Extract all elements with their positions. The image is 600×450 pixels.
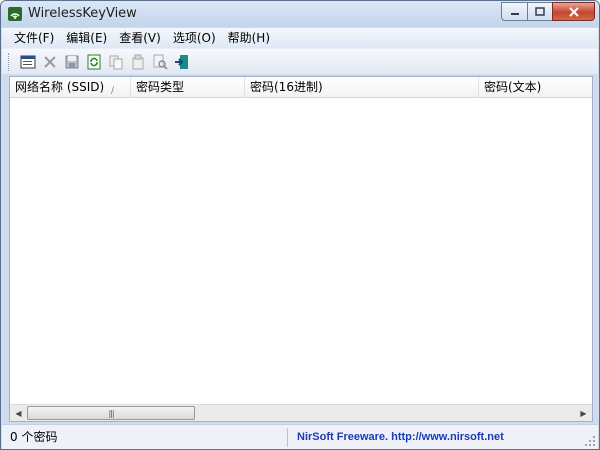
toolbar-grip[interactable] [8,52,11,71]
refresh-icon [87,54,101,69]
find-icon [153,54,168,70]
nirsoft-link[interactable]: NirSoft Freeware. http://www.nirsoft.net [297,425,504,449]
menu-bar: 文件(F) 编辑(E) 查看(V) 选项(O) 帮助(H) [2,28,598,48]
save-button[interactable] [61,51,83,73]
title-bar[interactable]: WirelessKeyView [1,1,599,27]
copy-button[interactable] [105,51,127,73]
maximize-button[interactable] [527,2,552,21]
column-header-key-ascii[interactable]: 密码(文本) [479,77,592,98]
sort-icon: ∕ [111,86,115,96]
horizontal-scrollbar[interactable]: ◀ ||| ▶ [10,404,592,421]
minimize-icon [510,12,519,15]
exit-icon [175,54,188,69]
close-button[interactable] [552,2,595,21]
window-controls [501,2,595,21]
maximize-icon [535,7,545,16]
status-divider [287,428,288,447]
copy-key-icon [132,54,144,69]
column-header-label: 网络名称 (SSID) [15,80,105,94]
scroll-right-button[interactable]: ▶ [575,405,592,421]
password-list[interactable]: 网络名称 (SSID) ∕ 密码类型 密码(16进制) 密码(文本) ◀ |||… [9,76,593,422]
properties-icon [20,55,36,68]
find-button[interactable] [149,51,171,73]
column-header-key-hex[interactable]: 密码(16进制) [245,77,479,98]
refresh-button[interactable] [83,51,105,73]
grip-icon: ||| [108,408,114,418]
status-count: 0 个密码 [10,430,58,444]
scroll-left-button[interactable]: ◀ [10,405,27,421]
column-header-label: 密码(16进制) [250,80,323,94]
column-header-label: 密码(文本) [484,80,542,94]
menu-edit[interactable]: 编辑(E) [60,28,113,48]
properties-button[interactable] [17,51,39,73]
menu-view[interactable]: 查看(V) [113,28,167,48]
window-title: WirelessKeyView [28,6,137,21]
scroll-thumb[interactable]: ||| [27,406,195,420]
exit-button[interactable] [171,51,193,73]
delete-button[interactable] [39,51,61,73]
column-header-key-type[interactable]: 密码类型 [131,77,245,98]
status-bar: 0 个密码 NirSoft Freeware. http://www.nirso… [2,424,598,449]
close-icon [568,6,579,17]
wireless-app-icon [8,7,22,21]
toolbar [2,48,598,74]
arrow-left-icon: ◀ [15,408,22,418]
menu-help[interactable]: 帮助(H) [222,28,276,48]
delete-icon [44,55,56,68]
copy-key-button[interactable] [127,51,149,73]
arrow-right-icon: ▶ [580,408,587,418]
save-icon [65,55,79,68]
app-window: WirelessKeyView 文件(F) 编辑(E) 查看(V) 选项(O) … [0,0,600,450]
menu-file[interactable]: 文件(F) [2,28,60,48]
copy-icon [109,55,123,69]
column-header-ssid[interactable]: 网络名称 (SSID) ∕ [10,77,131,98]
size-grip-icon[interactable] [584,435,596,447]
list-header: 网络名称 (SSID) ∕ 密码类型 密码(16进制) 密码(文本) [10,77,592,98]
column-header-label: 密码类型 [136,80,185,94]
menu-options[interactable]: 选项(O) [167,28,222,48]
minimize-button[interactable] [501,2,527,21]
